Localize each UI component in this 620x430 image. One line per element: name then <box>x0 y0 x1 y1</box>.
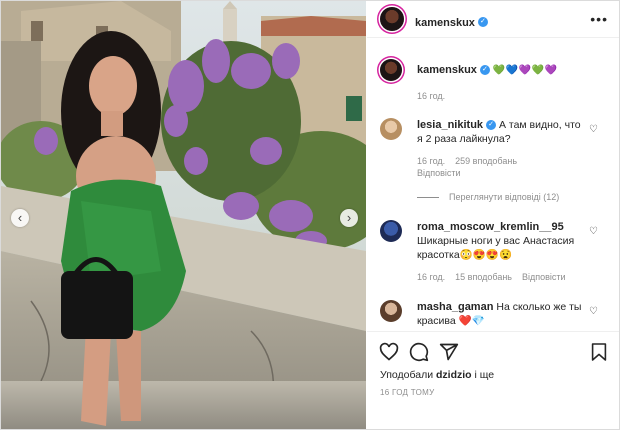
comment-icon[interactable] <box>409 342 429 362</box>
instagram-post-modal: ‹ › kamenskux ✓ ••• kamenskux ✓ 💚💙💜💚💜 16 г… <box>0 0 620 430</box>
share-icon[interactable] <box>439 342 459 362</box>
caption-username[interactable]: kamenskux <box>417 64 477 76</box>
post-header: kamenskux ✓ ••• <box>367 1 619 38</box>
photo-illustration <box>1 1 366 429</box>
comment-time: 16 год. <box>417 272 446 282</box>
comment-text: masha_gaman На сколько же ты красива ❤️💎 <box>417 300 587 328</box>
comment-username[interactable]: lesia_nikituk <box>417 119 483 131</box>
chevron-left-icon[interactable]: ‹ <box>11 209 29 227</box>
liked-by-prefix: Уподобали <box>380 369 434 381</box>
verified-icon: ✓ <box>486 120 497 131</box>
comment-username[interactable]: masha_gaman <box>417 301 493 313</box>
comment-likes[interactable]: 259 вподобань <box>455 156 517 166</box>
liked-by-text: Уподобали dzidzio і ще <box>380 369 494 381</box>
liked-by-suffix[interactable]: і ще <box>475 369 495 381</box>
bookmark-icon[interactable] <box>591 342 607 362</box>
view-replies-button[interactable]: Переглянути відповіді (12) <box>417 192 559 202</box>
comment-text: roma_moscow_kremlin__95 Шикарные ноги у … <box>417 220 587 262</box>
comment-text: lesia_nikituk ✓ А там видно, что я 2 раза… <box>417 118 587 146</box>
heart-icon[interactable]: ♡ <box>589 306 598 317</box>
commenter-avatar[interactable] <box>380 118 402 140</box>
commenter-avatar[interactable] <box>380 300 402 322</box>
liked-by-user[interactable]: dzidzio <box>436 369 472 381</box>
commenter-avatar[interactable] <box>380 220 402 242</box>
comment-time: 16 год. <box>417 156 446 166</box>
comment-emoji: ❤️💎 <box>458 315 485 327</box>
reply-button[interactable]: Відповісти <box>417 168 461 178</box>
author-username[interactable]: kamenskux <box>415 17 475 29</box>
comment-meta: 16 год. 259 вподобань <box>417 156 527 166</box>
author-avatar[interactable] <box>380 59 402 81</box>
author-avatar[interactable] <box>380 7 404 31</box>
comments-list: kamenskux ✓ 💚💙💜💚💜 16 год. lesia_nikituk ✓ … <box>367 38 619 328</box>
reply-button[interactable]: Відповісти <box>522 272 566 282</box>
caption-time: 16 год. <box>417 91 446 101</box>
comment-username[interactable]: roma_moscow_kremlin__95 <box>417 221 564 233</box>
heart-icon[interactable]: ♡ <box>589 124 598 135</box>
post-photo[interactable]: ‹ › <box>1 1 366 429</box>
heart-icon[interactable]: ♡ <box>589 226 598 237</box>
heart-icon[interactable] <box>379 342 399 362</box>
caption-text: kamenskux ✓ 💚💙💜💚💜 <box>417 63 587 78</box>
author-name-row: kamenskux ✓ <box>415 13 488 31</box>
verified-icon: ✓ <box>477 16 488 27</box>
post-sidebar: kamenskux ✓ ••• kamenskux ✓ 💚💙💜💚💜 16 год. … <box>367 1 619 429</box>
more-icon[interactable]: ••• <box>590 11 608 27</box>
comment-likes[interactable]: 15 вподобань <box>455 272 512 282</box>
comment-body: Шикарные ноги у вас Анастасия красотка😳😍… <box>417 235 575 261</box>
comment-meta: 16 год. 15 вподобань Відповісти <box>417 272 576 282</box>
verified-icon: ✓ <box>479 65 490 76</box>
action-bar <box>367 331 619 372</box>
caption-emojis: 💚💙💜💚💜 <box>492 65 558 76</box>
post-time-ago: 16 ГОД ТОМУ <box>380 388 435 397</box>
chevron-right-icon[interactable]: › <box>340 209 358 227</box>
